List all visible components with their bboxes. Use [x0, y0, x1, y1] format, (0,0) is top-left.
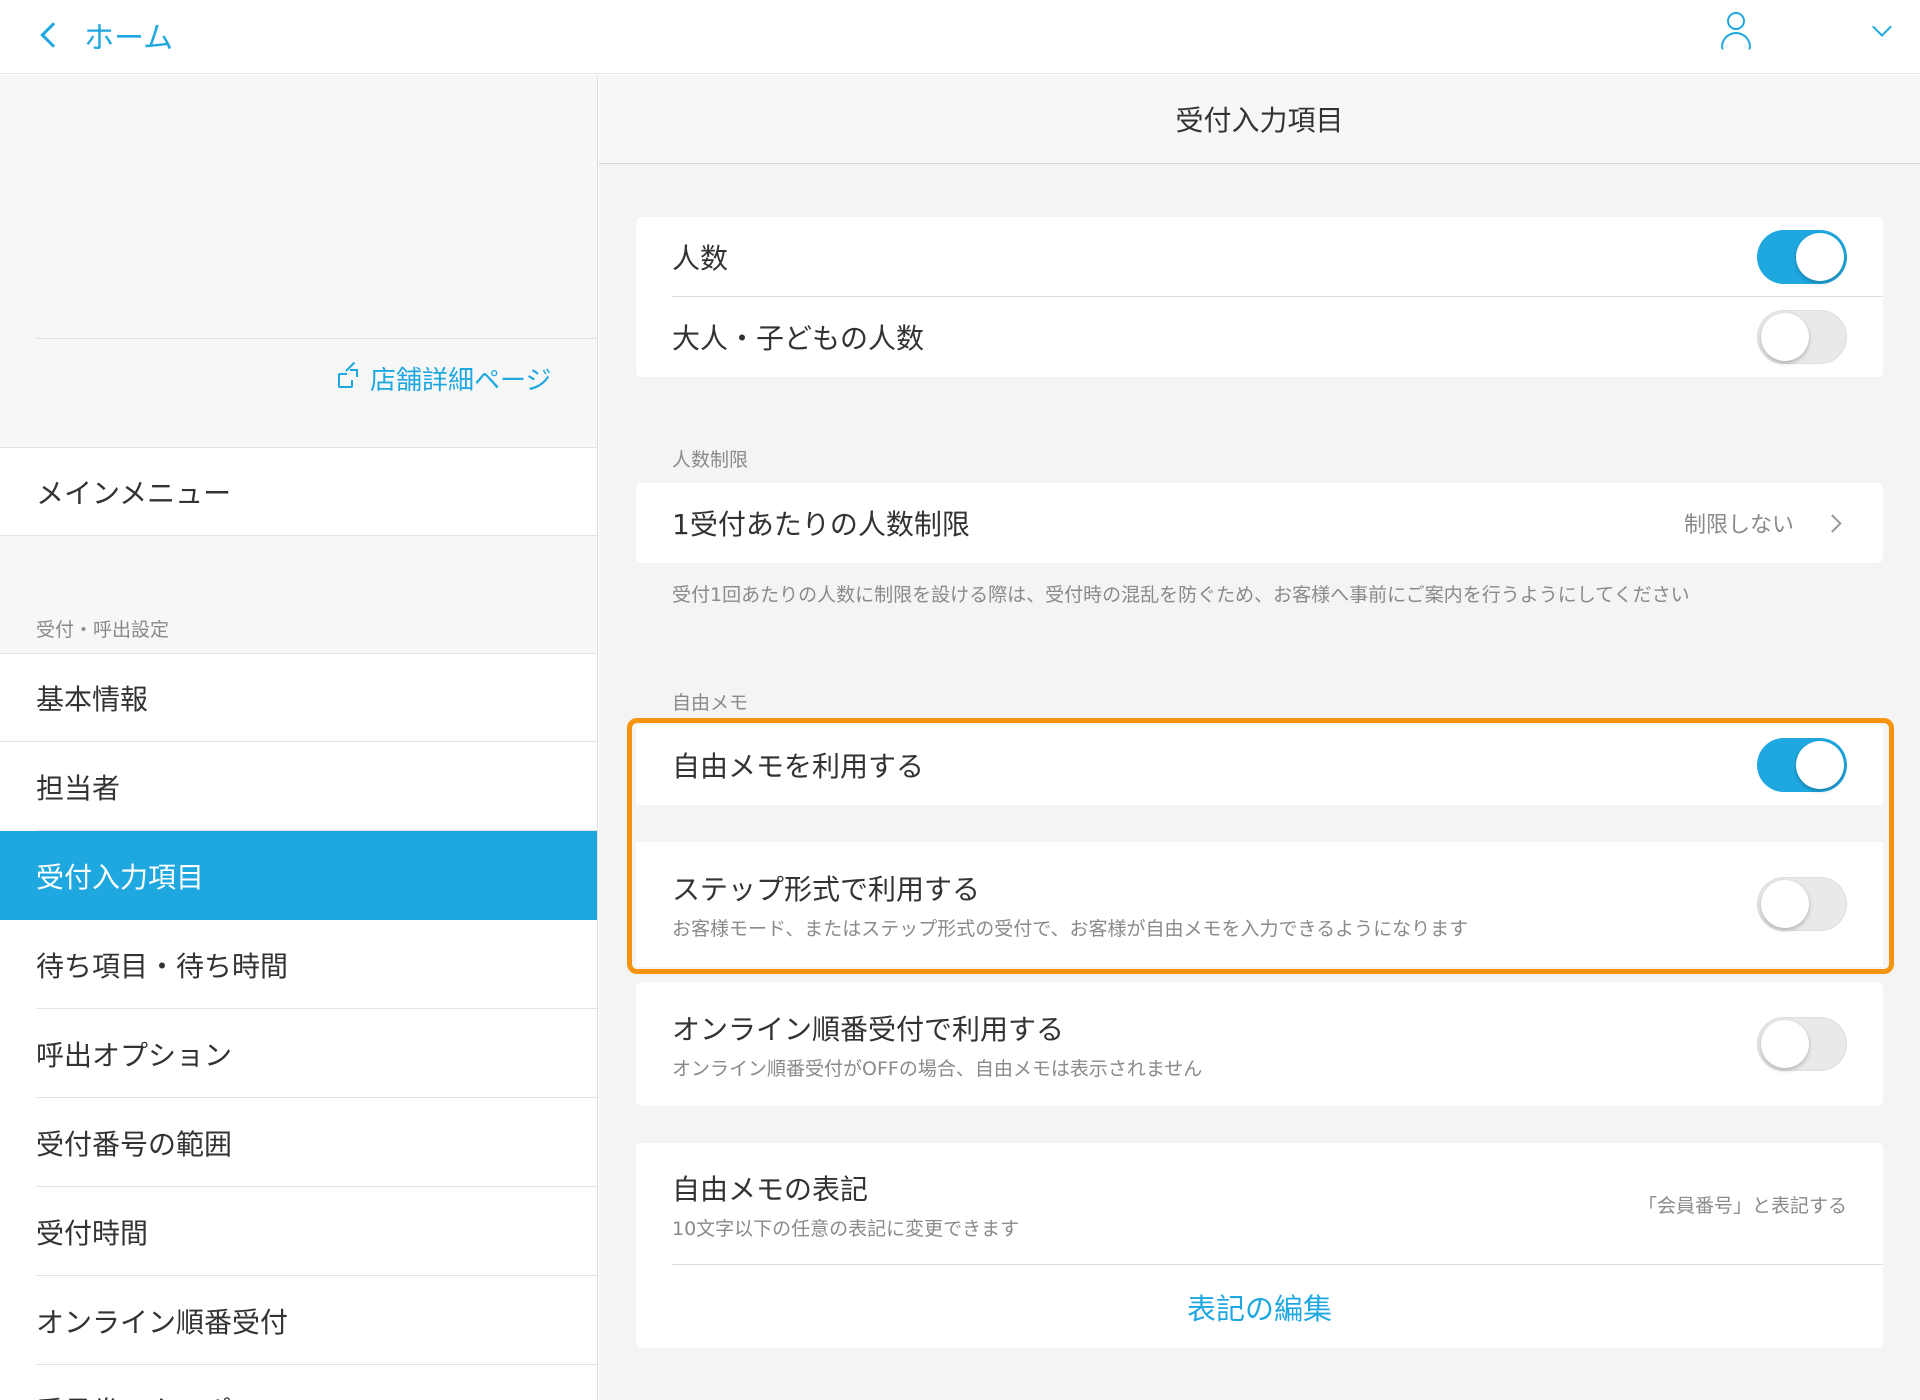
top-bar: ホーム — [0, 0, 1920, 74]
user-icon[interactable] — [1720, 12, 1752, 50]
sidebar-item-reception-hours[interactable]: 受付時間 — [0, 1187, 597, 1276]
limit-value: 制限しない — [1683, 513, 1794, 538]
adult-child-toggle[interactable] — [1757, 310, 1847, 364]
sidebar-item-basic-info[interactable]: 基本情報 — [0, 653, 597, 742]
sidebar-item-label: オンライン順番受付 — [36, 1305, 289, 1339]
sidebar: 店舗詳細ページ メインメニュー 受付・呼出設定 基本情報 担当者 受付入力項目 … — [0, 75, 598, 1400]
sidebar-item-wait-items[interactable]: 待ち項目・待ち時間 — [0, 920, 597, 1009]
people-count-label: 人数 — [672, 242, 729, 275]
divider — [36, 338, 597, 339]
sidebar-item-label: メインメニュー — [36, 476, 232, 510]
store-detail-link[interactable]: 店舗詳細ページ — [338, 360, 551, 397]
sidebar-item-label: 担当者 — [36, 771, 121, 805]
memo-section-label: 自由メモ — [672, 692, 749, 714]
chevron-right-icon — [1823, 513, 1842, 533]
people-card: 人数 大人・子どもの人数 — [636, 217, 1883, 377]
sidebar-item-label: 呼出オプション — [36, 1038, 233, 1072]
memo-online-note: オンライン順番受付がOFFの場合、自由メモは表示されません — [672, 1057, 1203, 1080]
external-link-icon — [338, 361, 358, 389]
notation-value: 「会員番号」と表記する — [1637, 1194, 1847, 1217]
sidebar-item-tickets-coupons[interactable]: 番号券・クーポン — [0, 1365, 597, 1400]
memo-step-toggle[interactable] — [1757, 877, 1847, 931]
chevron-down-icon[interactable] — [1872, 17, 1892, 37]
sidebar-item-reception-fields[interactable]: 受付入力項目 — [0, 831, 597, 920]
limit-section-label: 人数制限 — [672, 449, 749, 471]
sidebar-item-label: 待ち項目・待ち時間 — [36, 949, 289, 983]
memo-online-toggle[interactable] — [1757, 1017, 1847, 1071]
sidebar-item-label: 番号券・クーポン — [36, 1390, 260, 1400]
notation-row: 自由メモの表記 10文字以下の任意の表記に変更できます 「会員番号」と表記する — [636, 1143, 1883, 1265]
people-count-toggle[interactable] — [1757, 230, 1847, 284]
sidebar-item-number-range[interactable]: 受付番号の範囲 — [0, 1098, 597, 1187]
people-count-row: 人数 — [636, 217, 1883, 297]
limit-row[interactable]: 1受付あたりの人数制限 制限しない — [636, 483, 1883, 563]
adult-child-row: 大人・子どもの人数 — [636, 297, 1883, 377]
memo-online-label: オンライン順番受付で利用する — [672, 1012, 1065, 1046]
limit-label: 1受付あたりの人数制限 — [672, 508, 970, 541]
main-panel: 受付入力項目 人数 大人・子どもの人数 人数制限 1受付あたりの人数制限 制限し… — [599, 75, 1920, 1400]
sidebar-item-call-options[interactable]: 呼出オプション — [0, 1009, 597, 1098]
edit-notation-button[interactable]: 表記の編集 — [636, 1265, 1883, 1348]
memo-use-card: 自由メモを利用する — [636, 725, 1883, 805]
store-detail-label: 店舗詳細ページ — [370, 366, 552, 396]
limit-note: 受付1回あたりの人数に制限を設ける際は、受付時の混乱を防ぐため、お客様へ事前にご… — [672, 584, 1690, 606]
memo-step-label: ステップ形式で利用する — [672, 873, 981, 906]
notation-label: 自由メモの表記 — [672, 1172, 869, 1206]
sidebar-item-label: 受付入力項目 — [36, 860, 205, 894]
limit-card[interactable]: 1受付あたりの人数制限 制限しない — [636, 483, 1883, 563]
back-button[interactable]: ホーム — [36, 10, 173, 60]
sidebar-item-staff[interactable]: 担当者 — [0, 742, 597, 831]
memo-use-label: 自由メモを利用する — [672, 750, 925, 783]
sidebar-item-label: 受付番号の範囲 — [36, 1127, 233, 1161]
sidebar-section-label: 受付・呼出設定 — [36, 619, 170, 641]
chevron-left-icon — [40, 22, 66, 48]
memo-use-toggle[interactable] — [1757, 738, 1847, 792]
sidebar-item-main-menu[interactable]: メインメニュー — [0, 447, 597, 536]
memo-step-row: ステップ形式で利用する お客様モード、またはステップ形式の受付で、お客様が自由メ… — [636, 842, 1883, 967]
notation-note: 10文字以下の任意の表記に変更できます — [672, 1217, 1020, 1240]
memo-step-card: ステップ形式で利用する お客様モード、またはステップ形式の受付で、お客様が自由メ… — [636, 842, 1883, 967]
sidebar-item-online-queue[interactable]: オンライン順番受付 — [0, 1276, 597, 1365]
memo-step-note: お客様モード、またはステップ形式の受付で、お客様が自由メモを入力できるようになり… — [672, 918, 1469, 940]
notation-card: 自由メモの表記 10文字以下の任意の表記に変更できます 「会員番号」と表記する … — [636, 1143, 1883, 1348]
adult-child-label: 大人・子どもの人数 — [672, 322, 925, 355]
memo-online-row: オンライン順番受付で利用する オンライン順番受付がOFFの場合、自由メモは表示さ… — [636, 982, 1883, 1106]
sidebar-item-label: 受付時間 — [36, 1216, 149, 1250]
sidebar-item-label: 基本情報 — [36, 682, 149, 716]
back-label: ホーム — [84, 21, 174, 56]
memo-online-card: オンライン順番受付で利用する オンライン順番受付がOFFの場合、自由メモは表示さ… — [636, 982, 1883, 1106]
page-title: 受付入力項目 — [599, 75, 1920, 164]
memo-use-row: 自由メモを利用する — [636, 725, 1883, 805]
